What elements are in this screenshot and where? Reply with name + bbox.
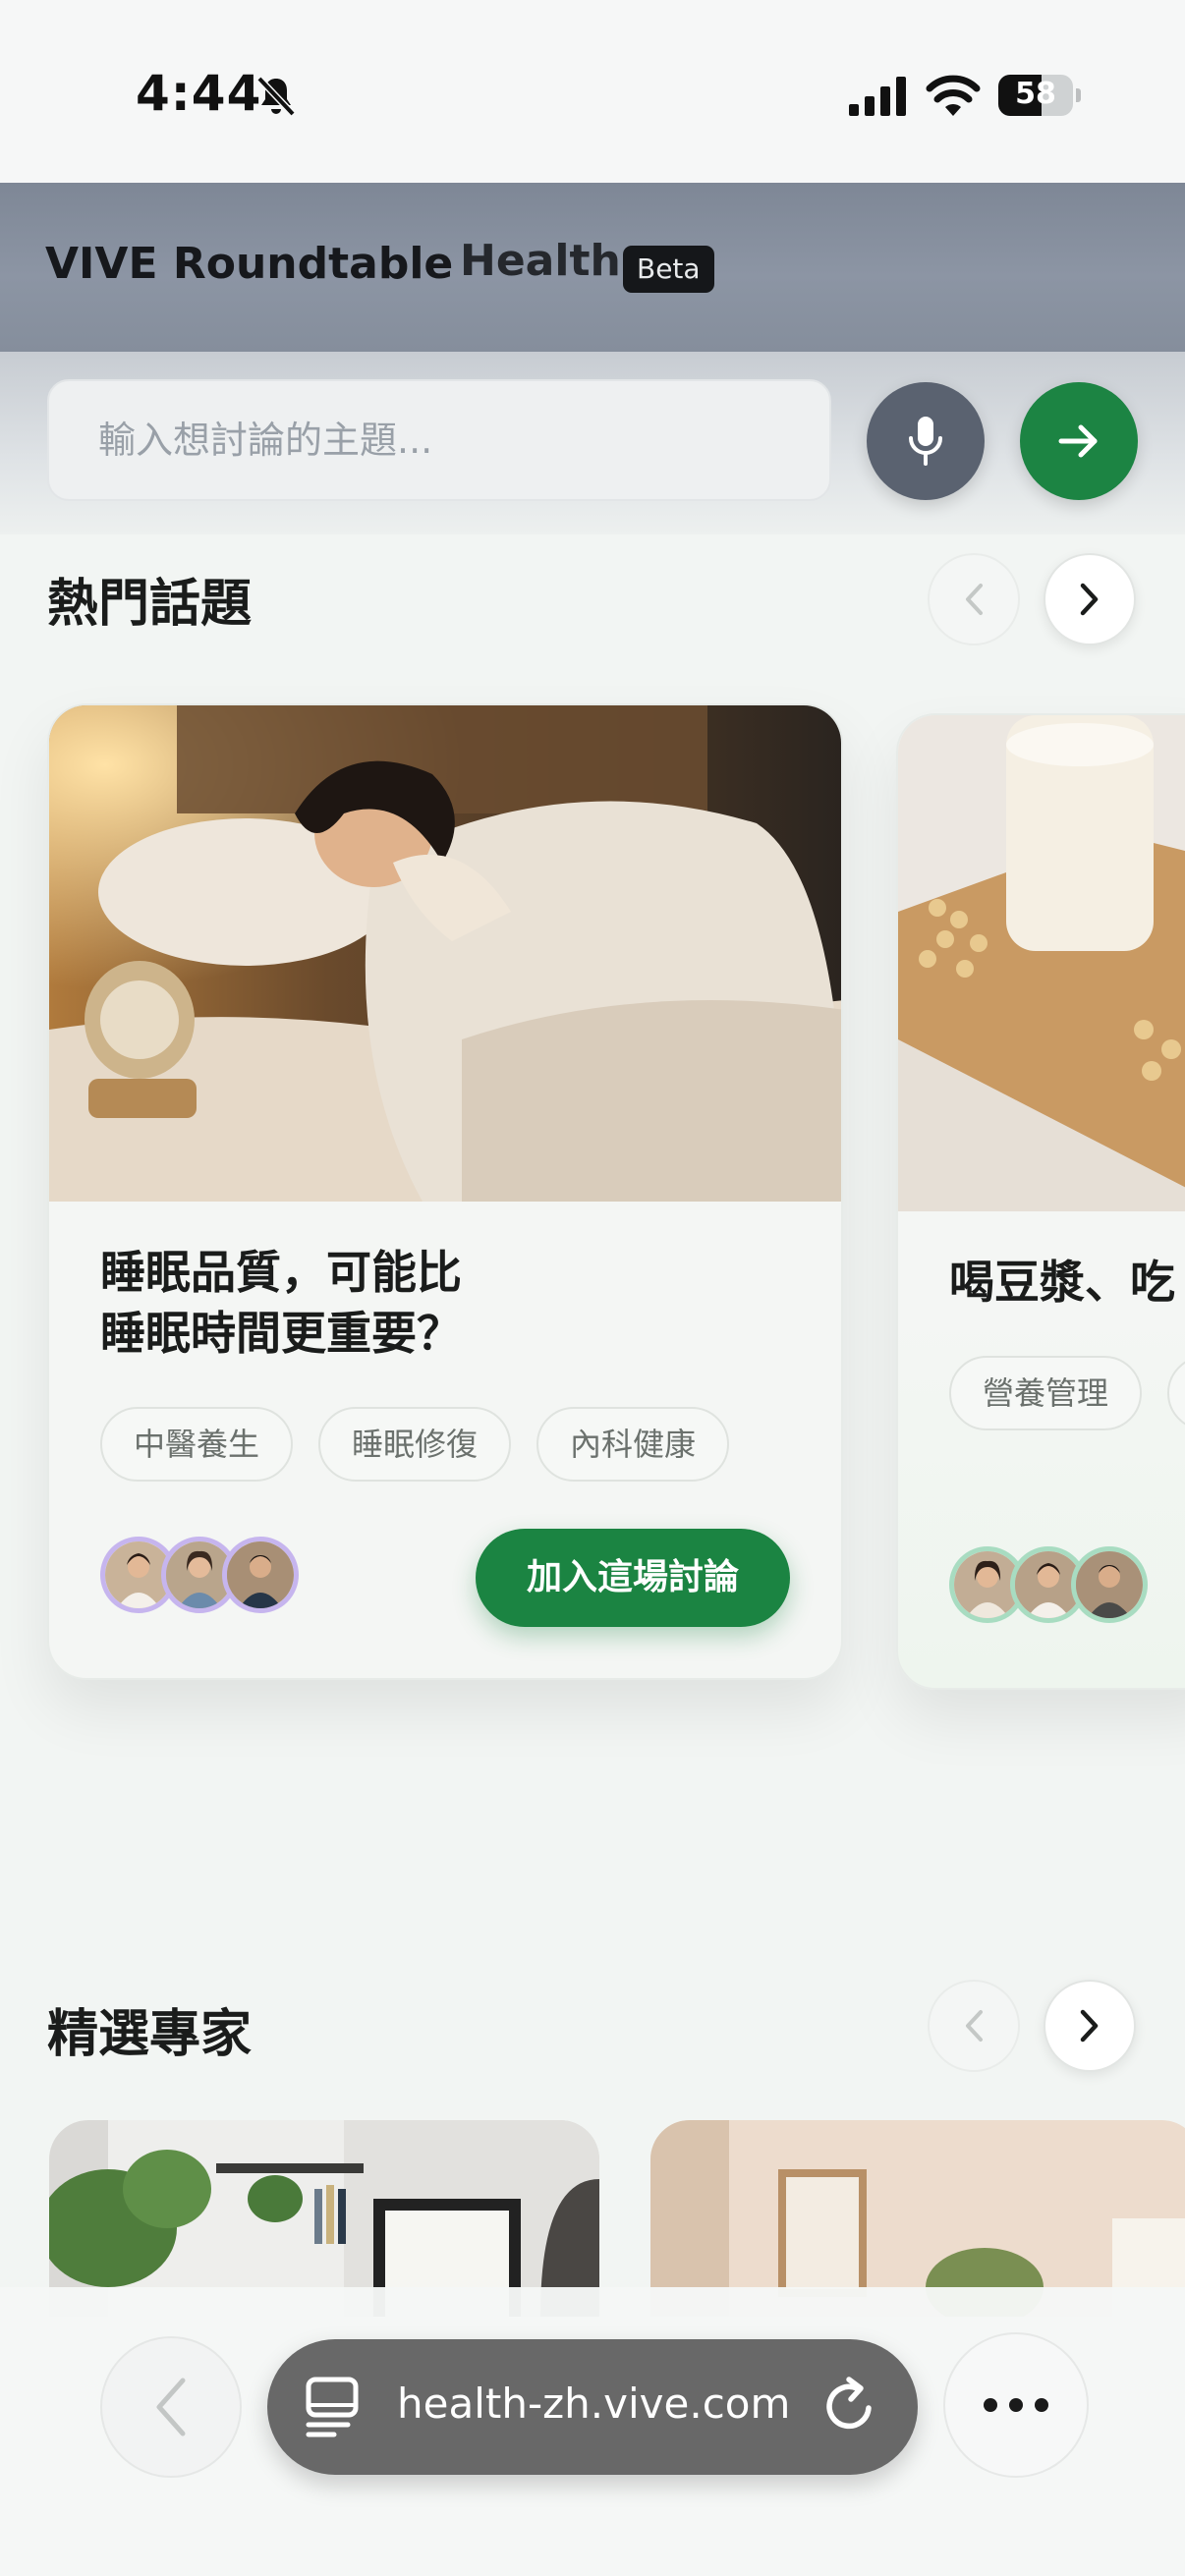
beta-badge: Beta bbox=[623, 246, 714, 293]
browser-back-button[interactable] bbox=[100, 2336, 242, 2478]
address-url[interactable]: health-zh.vive.com bbox=[397, 2380, 790, 2428]
hot-topics-title: 熱門話題 bbox=[47, 575, 253, 634]
featured-experts-title: 精選專家 bbox=[47, 2005, 253, 2064]
experts-prev-button[interactable] bbox=[928, 1980, 1020, 2072]
arrow-right-icon bbox=[1058, 424, 1098, 458]
bell-slash-icon bbox=[256, 76, 296, 117]
brand-name[interactable]: VIVE Roundtable bbox=[45, 239, 453, 289]
search-input[interactable] bbox=[49, 381, 829, 499]
experts-next-button[interactable] bbox=[1044, 1980, 1136, 2072]
topic-card-title-line1: 睡眠品質，可能比 bbox=[100, 1246, 462, 1299]
submit-topic-button[interactable] bbox=[1020, 382, 1138, 500]
topic-card[interactable]: 喝豆漿、吃 營養管理 bbox=[896, 713, 1185, 1690]
tab-overview-icon[interactable] bbox=[305, 2376, 360, 2438]
browser-more-button[interactable] bbox=[943, 2332, 1089, 2478]
wifi-icon bbox=[926, 75, 981, 116]
topic-card[interactable]: 睡眠品質，可能比 睡眠時間更重要？ 中醫養生 睡眠修復 內科健康 加入這場討論 bbox=[47, 703, 843, 1680]
tag-chip[interactable]: 睡眠修復 bbox=[318, 1407, 512, 1482]
hot-topics-next-button[interactable] bbox=[1044, 553, 1136, 645]
avatar bbox=[222, 1537, 299, 1613]
topic-card-image-soymilk bbox=[898, 715, 1185, 1211]
hot-topics-prev-button[interactable] bbox=[928, 553, 1020, 645]
tag-chip[interactable]: 中醫養生 bbox=[100, 1407, 294, 1482]
chevron-left-icon bbox=[966, 584, 983, 615]
tag-chip[interactable] bbox=[1167, 1356, 1185, 1430]
topic-card-title-line1: 喝豆漿、吃 bbox=[949, 1256, 1175, 1309]
status-time: 4:44 bbox=[136, 65, 262, 122]
join-discussion-button[interactable]: 加入這場討論 bbox=[476, 1529, 790, 1627]
avatar bbox=[1071, 1546, 1148, 1623]
battery-icon: 58 bbox=[998, 75, 1081, 116]
chevron-right-icon bbox=[1080, 2009, 1099, 2043]
chevron-right-icon bbox=[1080, 583, 1099, 616]
more-horizontal-icon bbox=[984, 2398, 1048, 2412]
topic-card-image-sleep bbox=[49, 705, 841, 1202]
battery-level: 58 bbox=[1015, 77, 1056, 111]
chevron-left-icon bbox=[156, 2378, 186, 2436]
chevron-left-icon bbox=[966, 2010, 983, 2042]
tag-chip[interactable]: 內科健康 bbox=[536, 1407, 730, 1482]
voice-input-button[interactable] bbox=[867, 382, 985, 500]
tag-chip[interactable]: 營養管理 bbox=[949, 1356, 1143, 1430]
microphone-icon bbox=[909, 417, 942, 466]
search-field[interactable] bbox=[47, 379, 831, 501]
cellular-signal-icon bbox=[849, 77, 906, 116]
brand-subtitle: Health bbox=[460, 236, 621, 286]
reload-icon[interactable] bbox=[821, 2376, 880, 2436]
topic-card-title-line2: 睡眠時間更重要？ bbox=[100, 1307, 462, 1360]
